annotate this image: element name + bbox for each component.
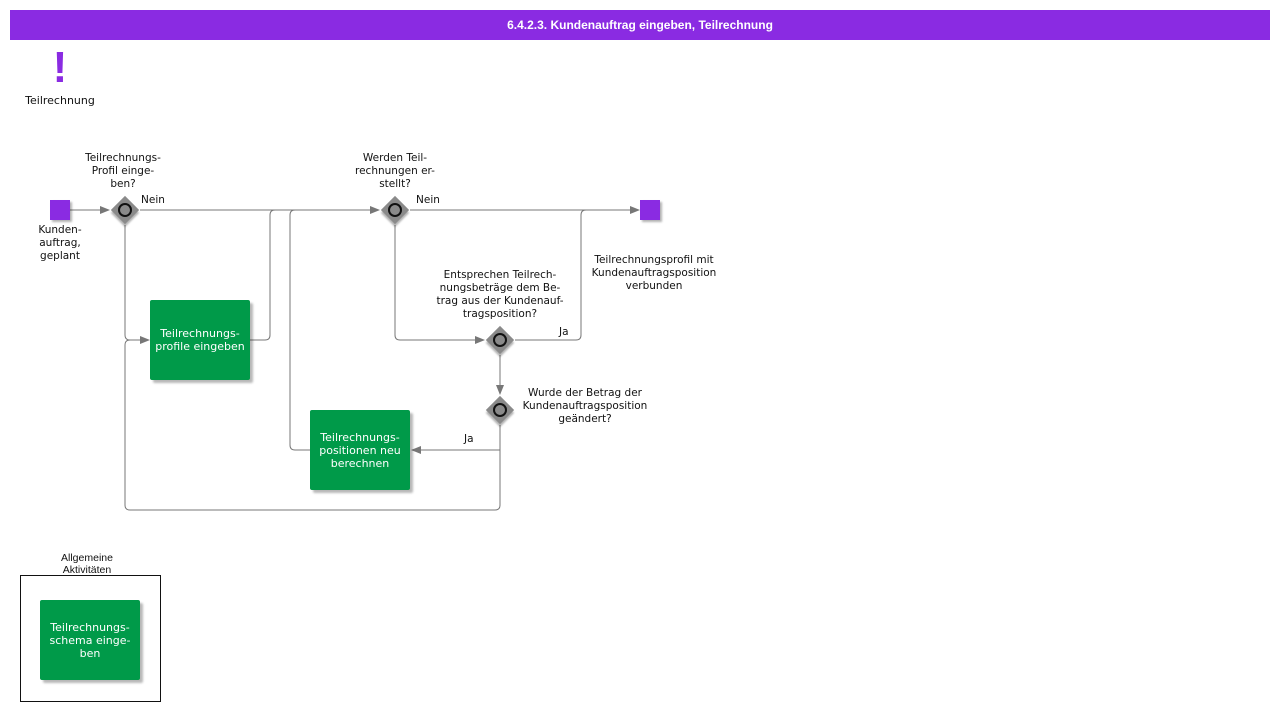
gateway-partial-invoices-question: Werden Teil- rechnungen er- stellt?: [355, 152, 435, 190]
gateway-partial-invoices-decision[interactable]: [380, 195, 410, 225]
gateway-ring-icon: [493, 333, 507, 347]
end-event[interactable]: [640, 200, 660, 220]
gateway-profile-decision[interactable]: [110, 195, 140, 225]
gateway-partial-invoices-no-label: Nein: [416, 194, 440, 206]
gateway-profile-no-label: Nein: [141, 194, 165, 206]
task-recalculate-partial-invoice-positions[interactable]: Teilrechnungs- positionen neu berechnen: [310, 410, 410, 490]
start-event-label: Kunden- auftrag, geplant: [38, 224, 82, 262]
end-event-label: Teilrechnungsprofil mit Kundenauftragspo…: [591, 254, 717, 292]
gateway-amounts-match-decision[interactable]: [485, 325, 515, 355]
flow-recalc-to-g2: [289, 209, 310, 451]
gateway-ring-icon: [118, 203, 132, 217]
gateway-amount-changed-question: Wurde der Betrag der Kundenauftragsposit…: [522, 387, 648, 425]
flow-profile-to-g2: [250, 209, 276, 341]
gateway-ring-icon: [388, 203, 402, 217]
group-label: Allgemeine Aktivitäten: [61, 552, 113, 573]
gateway-profile-question: Teilrechnungs- Profil einge- ben?: [85, 152, 161, 190]
gateway-amount-changed-yes-label: Ja: [464, 433, 474, 445]
task-enter-partial-invoice-schema[interactable]: Teilrechnungs- schema einge- ben: [40, 600, 140, 680]
task-enter-partial-invoice-profiles[interactable]: Teilrechnungs- profile eingeben: [150, 300, 250, 380]
start-event[interactable]: [50, 200, 70, 220]
gateway-amounts-match-question: Entsprechen Teilrech- nungsbeträge dem B…: [436, 269, 564, 320]
gateway-amounts-match-yes-label: Ja: [559, 326, 569, 338]
gateway-ring-icon: [493, 403, 507, 417]
flow-g1-to-profile: [124, 225, 150, 344]
flow-g4-yes: [411, 425, 501, 454]
